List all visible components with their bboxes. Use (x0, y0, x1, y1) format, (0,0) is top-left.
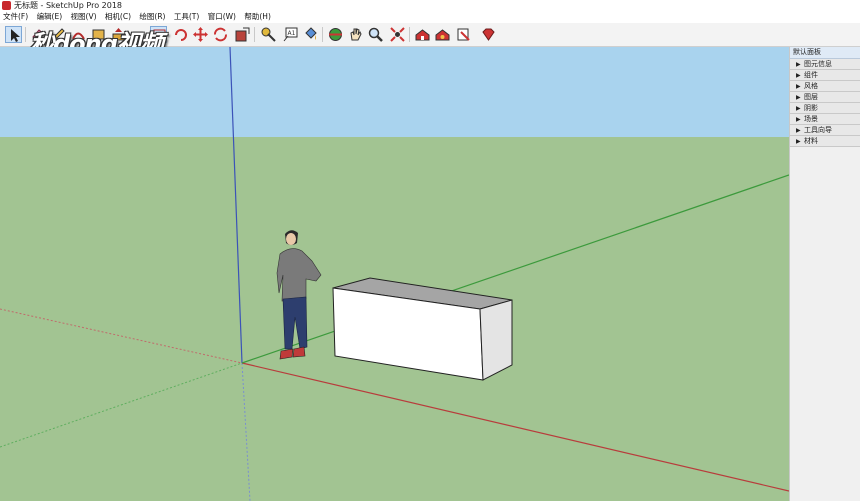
select-tool-button[interactable] (5, 26, 22, 43)
paint-bucket-icon (305, 27, 317, 40)
panel-entity-info[interactable]: ▶ 图元信息 (790, 59, 860, 70)
default-tray: 默认面板 ▶ 图元信息 ▶ 组件 ▶ 风格 ▶ 图层 ▶ 阴影 ▶ 场景 ▶ 工具向导 ▶ 材料 (789, 47, 860, 501)
layout-icon (457, 28, 470, 41)
expand-arrow-icon: ▶ (796, 72, 801, 79)
menu-edit[interactable]: 编辑(E) (34, 11, 66, 23)
sketchup-app-icon (2, 1, 11, 10)
expand-arrow-icon: ▶ (796, 83, 801, 90)
extension-manager-tool-button[interactable] (480, 26, 497, 43)
zoom-icon (368, 27, 383, 42)
tape-measure-icon (261, 27, 276, 42)
title-bar: 无标题 - SketchUp Pro 2018 (0, 0, 860, 11)
panel-components[interactable]: ▶ 组件 (790, 70, 860, 81)
panel-shadows[interactable]: ▶ 阴影 (790, 103, 860, 114)
expand-arrow-icon: ▶ (796, 138, 801, 145)
sky (0, 47, 789, 137)
arrow-cursor-icon (11, 29, 20, 42)
pan-tool-button[interactable] (347, 26, 364, 43)
zoom-tool-button[interactable] (367, 26, 384, 43)
warehouse-icon (415, 29, 430, 41)
text-tool-button[interactable]: A1 (282, 26, 299, 43)
panel-instructor[interactable]: ▶ 工具向导 (790, 125, 860, 136)
box-side (479, 299, 513, 381)
panel-layers[interactable]: ▶ 图层 (790, 92, 860, 103)
menu-tools[interactable]: 工具(T) (171, 11, 202, 23)
scale-icon (235, 27, 250, 42)
expand-arrow-icon: ▶ (796, 61, 801, 68)
move-icon (193, 27, 208, 42)
scale-tool-button[interactable] (234, 26, 251, 43)
menu-draw[interactable]: 绘图(R) (136, 11, 168, 23)
extension-warehouse-tool-button[interactable] (434, 26, 451, 43)
text-icon: A1 (283, 27, 298, 42)
menu-help[interactable]: 帮助(H) (241, 11, 274, 23)
tray-title: 默认面板 (790, 47, 860, 59)
move-tool-button-2[interactable] (192, 26, 209, 43)
rotate-arrows-icon (214, 27, 227, 42)
3d-warehouse-tool-button[interactable] (414, 26, 431, 43)
expand-arrow-icon: ▶ (796, 105, 801, 112)
orbit-tool-button[interactable] (327, 26, 344, 43)
menu-bar: 文件(F) 编辑(E) 视图(V) 相机(C) 绘图(R) 工具(T) 窗口(W… (0, 11, 860, 23)
extension-warehouse-icon (435, 29, 450, 41)
rotate-tool-button[interactable] (212, 26, 229, 43)
menu-file[interactable]: 文件(F) (0, 11, 31, 23)
paint-bucket-tool-button[interactable] (302, 26, 319, 43)
zoom-extents-icon (390, 27, 405, 42)
menu-window[interactable]: 窗口(W) (205, 11, 239, 23)
layout-tool-button[interactable] (455, 26, 472, 43)
expand-arrow-icon: ▶ (796, 94, 801, 101)
menu-camera[interactable]: 相机(C) (102, 11, 134, 23)
panel-styles[interactable]: ▶ 风格 (790, 81, 860, 92)
drawing-viewport[interactable] (0, 47, 789, 501)
window-title: 无标题 - SketchUp Pro 2018 (14, 1, 122, 10)
ruby-gem-icon (482, 28, 495, 41)
svg-text:A1: A1 (288, 30, 296, 37)
expand-arrow-icon: ▶ (796, 127, 801, 134)
rotate-icon (175, 29, 187, 41)
tape-measure-tool-button[interactable] (260, 26, 277, 43)
panel-scenes[interactable]: ▶ 场景 (790, 114, 860, 125)
move-tool-button[interactable] (172, 26, 189, 43)
panel-materials[interactable]: ▶ 材料 (790, 136, 860, 147)
menu-view[interactable]: 视图(V) (68, 11, 100, 23)
expand-arrow-icon: ▶ (796, 116, 801, 123)
zoom-extents-tool-button[interactable] (389, 26, 406, 43)
orbit-icon (329, 28, 342, 41)
pan-icon (350, 28, 362, 41)
